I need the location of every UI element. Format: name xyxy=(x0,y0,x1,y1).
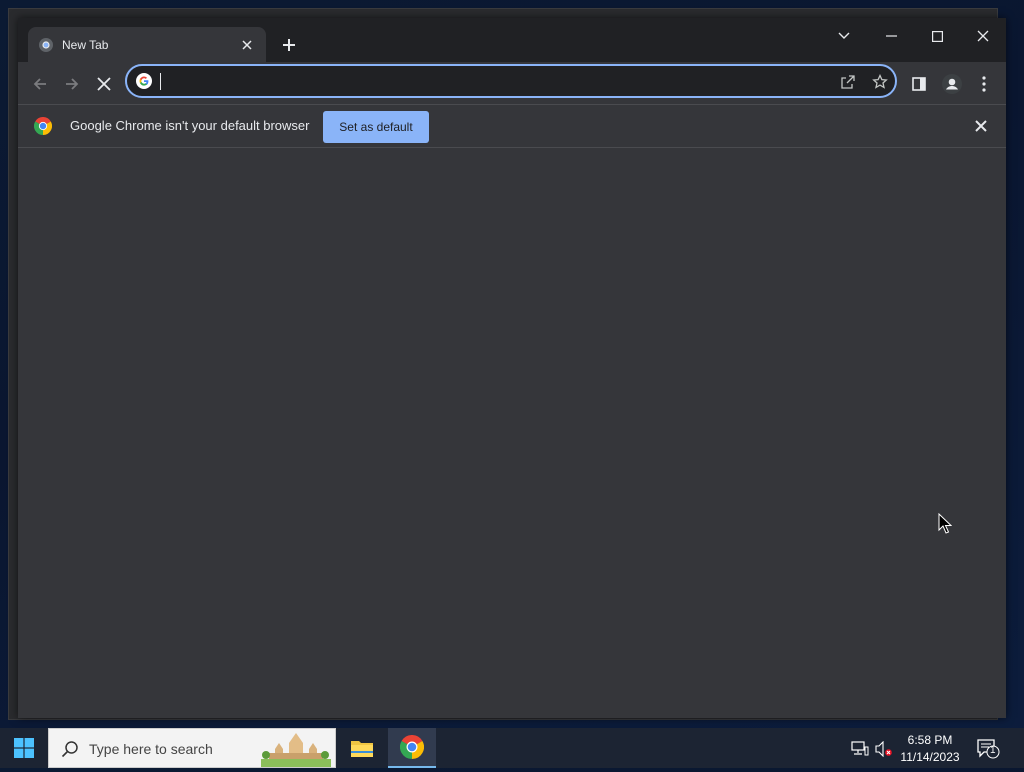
windows-start-icon[interactable] xyxy=(0,728,48,768)
infobar-message: Google Chrome isn't your default browser xyxy=(70,118,310,133)
share-icon[interactable] xyxy=(837,72,859,92)
mouse-cursor-icon xyxy=(938,512,953,540)
clock-time: 6:58 PM xyxy=(907,733,953,747)
back-icon[interactable] xyxy=(26,70,54,98)
google-g-icon xyxy=(136,73,152,89)
bookmark-star-icon[interactable] xyxy=(869,72,891,92)
maximize-icon[interactable] xyxy=(917,22,957,50)
chrome-taskbar-icon[interactable] xyxy=(388,728,436,768)
notification-center-icon[interactable]: 1 xyxy=(976,738,1000,760)
text-caret xyxy=(160,73,161,90)
clock-date: 11/14/2023 xyxy=(900,750,960,764)
taskbar-search-box[interactable]: Type here to search xyxy=(48,728,336,768)
kebab-menu-icon[interactable] xyxy=(970,70,998,98)
volume-muted-icon[interactable] xyxy=(874,739,894,759)
address-bar[interactable] xyxy=(125,64,897,98)
search-icon xyxy=(61,740,79,763)
set-as-default-button[interactable]: Set as default xyxy=(323,111,429,143)
page-content[interactable] xyxy=(18,148,1006,718)
new-tab-plus-icon[interactable] xyxy=(277,33,301,57)
stop-loading-icon[interactable] xyxy=(90,70,118,98)
tab-new-tab[interactable]: New Tab xyxy=(28,27,266,62)
address-input[interactable] xyxy=(159,71,823,93)
forward-icon[interactable] xyxy=(58,70,86,98)
tab-close-icon[interactable] xyxy=(238,36,256,54)
infobar-close-icon[interactable] xyxy=(972,117,990,135)
search-highlight-temple-icon xyxy=(261,731,331,772)
taskbar: Type here to search 6:58 PM 11/14/2023 1 xyxy=(0,728,1024,768)
chrome-favicon-icon xyxy=(38,37,54,53)
default-browser-infobar: Google Chrome isn't your default browser… xyxy=(18,104,1006,148)
chrome-logo-icon xyxy=(33,116,53,135)
taskbar-clock[interactable]: 6:58 PM 11/14/2023 xyxy=(894,732,966,766)
network-icon[interactable] xyxy=(850,739,870,759)
notification-count: 1 xyxy=(990,745,996,756)
toolbar xyxy=(18,62,1006,104)
window-close-icon[interactable] xyxy=(963,22,1003,50)
search-placeholder: Type here to search xyxy=(89,741,213,757)
minimize-icon[interactable] xyxy=(871,22,911,50)
profile-icon[interactable] xyxy=(938,70,966,98)
tab-search-chevron-down-icon[interactable] xyxy=(824,22,864,50)
file-explorer-icon[interactable] xyxy=(338,728,386,768)
side-panel-icon[interactable] xyxy=(905,70,933,98)
title-bar: New Tab xyxy=(18,18,1006,62)
tab-title: New Tab xyxy=(62,37,109,52)
chrome-window: New Tab Google Chrome isn't your default… xyxy=(18,18,1006,718)
